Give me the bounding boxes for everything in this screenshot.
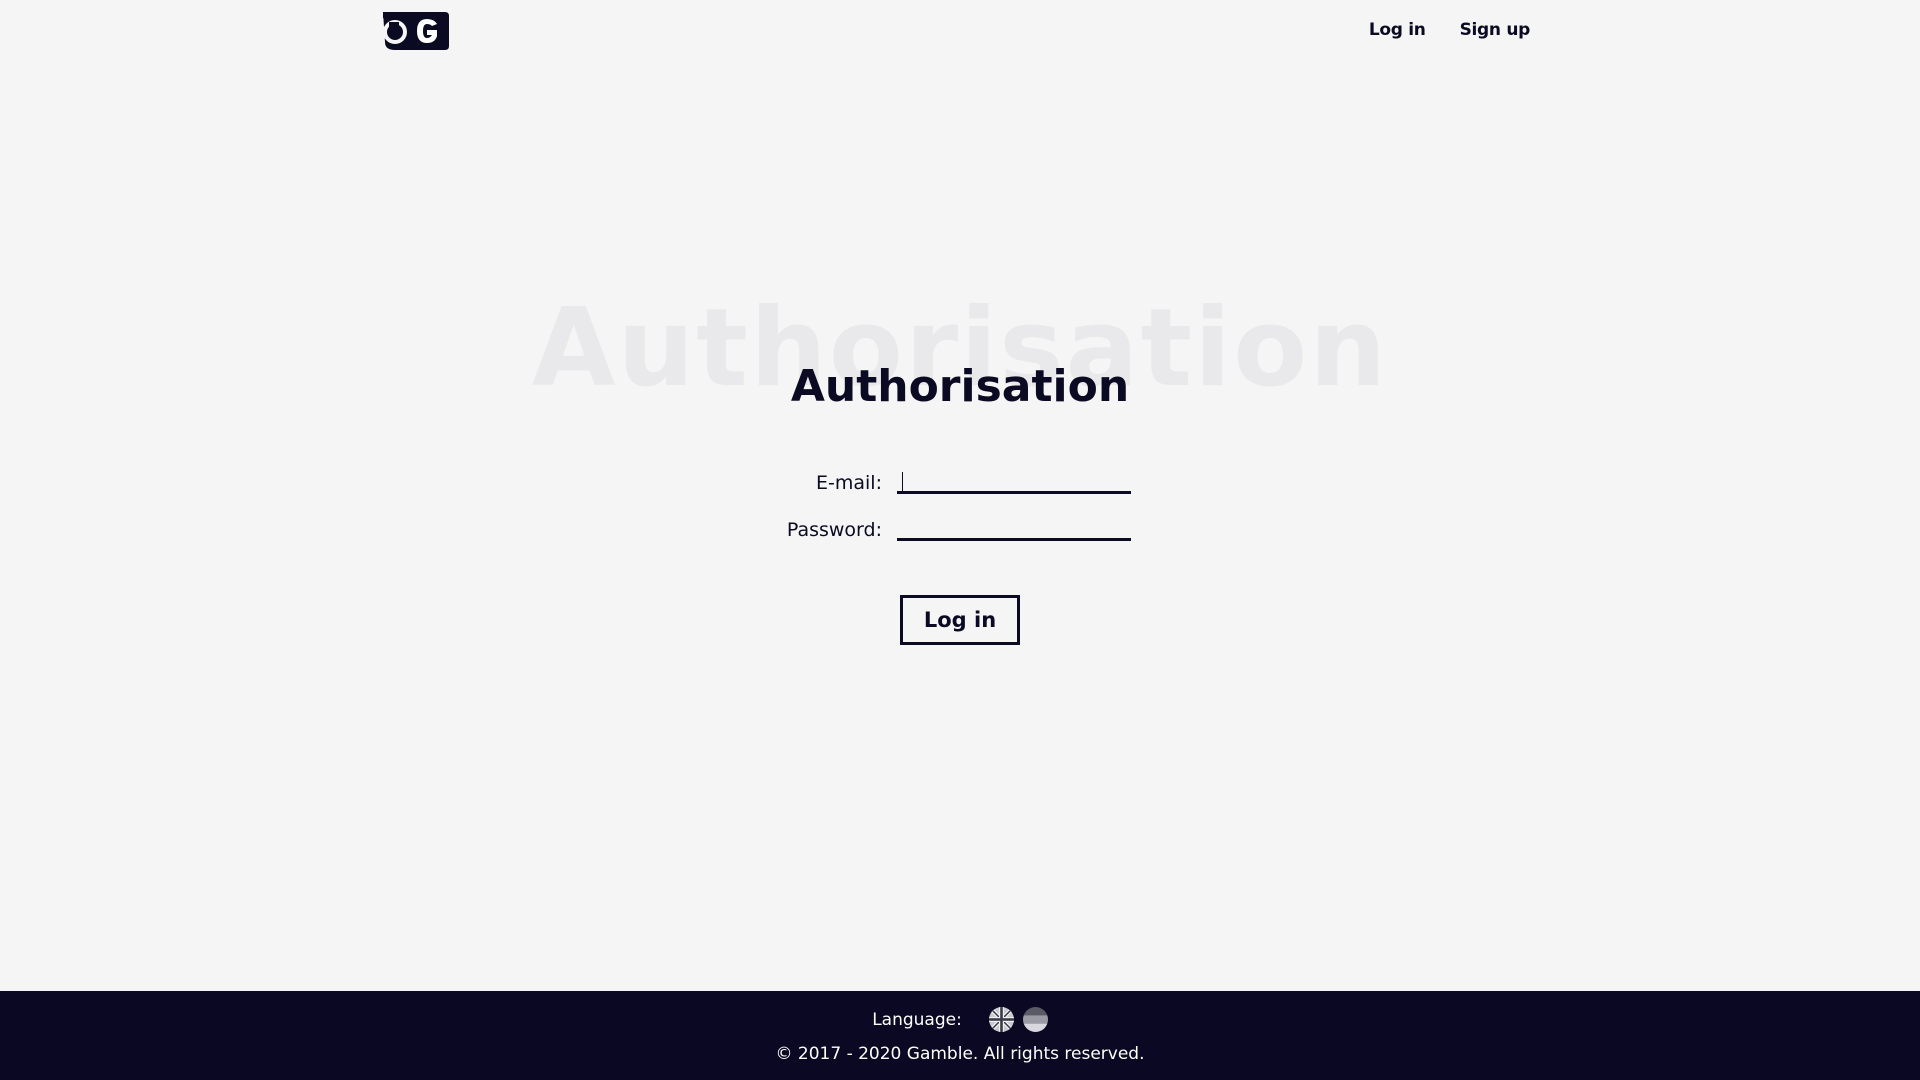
login-form: E-mail: Password: [0, 462, 1920, 556]
footer: Language: © 2017 - 2020 Gamble. All righ… [0, 991, 1920, 1080]
login-page: Log in Sign up Authorisation Authorisati… [0, 0, 1920, 1080]
password-field[interactable] [897, 513, 1131, 541]
password-row: Password: [0, 509, 1920, 556]
header: Log in Sign up [0, 0, 1920, 60]
copyright-text: © 2017 - 2020 Gamble. All rights reserve… [775, 1044, 1145, 1064]
top-nav: Log in Sign up [1369, 20, 1530, 40]
nav-login-link[interactable]: Log in [1369, 20, 1426, 40]
text-caret [902, 472, 903, 492]
nav-signup-link[interactable]: Sign up [1460, 20, 1531, 40]
password-label: Password: [786, 519, 882, 541]
page-title: Authorisation [790, 361, 1130, 412]
language-label: Language: [872, 1009, 962, 1030]
de-flag-icon[interactable] [1022, 1007, 1048, 1032]
email-label: E-mail: [816, 472, 882, 494]
title-block: Authorisation Authorisation [0, 285, 1920, 425]
login-button[interactable]: Log in [900, 595, 1020, 645]
email-row: E-mail: [0, 462, 1920, 509]
gamble-logo-icon[interactable] [381, 8, 449, 52]
email-field[interactable] [897, 466, 1131, 494]
language-selector: Language: [0, 1007, 1920, 1032]
uk-flag-icon[interactable] [988, 1007, 1014, 1032]
